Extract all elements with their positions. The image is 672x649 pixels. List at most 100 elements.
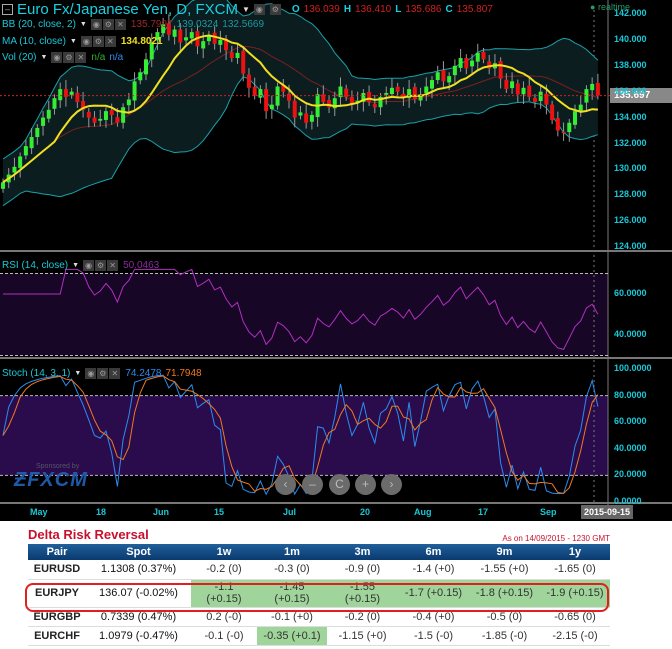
spot-cell: 1.0979 (-0.47%) [86,626,191,646]
value-cell: -1.55 (+0.15) [327,579,398,608]
stoch-legend: Stoch (14, 3, 1) ▼ ◉ ⚙ ✕ 74.2478 71.7948 [2,368,202,379]
price-tick-label: 124.000 [614,241,647,252]
eye-icon[interactable]: ◉ [85,368,97,379]
gear-icon[interactable]: ⚙ [102,19,114,30]
stoch-tick-label: 100.0000 [614,363,652,373]
column-header: Pair [28,544,86,560]
candle [218,39,223,45]
gear-icon[interactable]: ⚙ [97,368,109,379]
bb-middle-value: 135.7997 [130,19,173,30]
symbol-title[interactable]: Euro Fx/Japanese Yen, D, FXCM [17,1,238,18]
candle [35,127,40,138]
candle [304,113,309,123]
candle [475,52,480,62]
column-header: 1m [257,544,327,560]
candle [75,92,80,103]
value-cell: -0.65 (0) [540,607,610,627]
reset-button[interactable]: C [329,474,350,495]
stoch-tick-label: 20.0000 [614,469,647,480]
column-header: 1y [540,544,610,560]
zoom-out-button[interactable]: – [302,474,323,495]
candle [29,137,34,149]
eye-icon[interactable]: ◉ [253,4,265,15]
candle [12,166,17,173]
candle [590,83,595,91]
close-label: C [445,4,453,15]
candle [292,100,297,118]
price-tick-label: 126.000 [614,215,647,226]
value-cell: -1.1 (+0.15) [191,579,257,608]
delta-risk-reversal-table: Delta Risk Reversal As on 14/09/2015 - 1… [28,527,612,646]
eye-icon[interactable]: ◉ [90,19,102,30]
gear-icon[interactable]: ⚙ [63,52,75,63]
scroll-left-button[interactable]: ‹ [275,474,296,495]
eye-icon[interactable]: ◉ [51,52,63,63]
gear-icon[interactable]: ⚙ [95,260,107,271]
candle [384,92,389,95]
candle [395,86,400,92]
dropdown-icon[interactable]: ▼ [80,21,87,28]
x-tick-label: 17 [478,507,489,517]
candle [521,87,526,95]
candle [367,91,372,103]
vol-legend: Vol (20) ▼ ◉ ⚙ ✕ n/a n/a [2,52,123,63]
value-cell: -0.1 (+0) [257,607,327,627]
bb-upper-value: 139.0324 [176,19,219,30]
price-chart[interactable]: – Euro Fx/Japanese Yen, D, FXCM ▼ ◉ ⚙ O 136… [0,0,672,521]
value-cell: -1.45 (+0.15) [257,579,327,608]
close-icon[interactable]: ✕ [109,368,121,379]
candle [212,32,217,44]
spot-cell: 0.7339 (0.47%) [86,607,191,627]
value-cell: -1.7 (+0.15) [398,579,469,608]
scroll-right-button[interactable]: › [381,474,402,495]
x-tick-label: Sep [540,507,557,517]
rsi-label[interactable]: RSI (14, close) [2,260,68,271]
dropdown-icon[interactable]: ▼ [40,54,47,61]
stoch-label[interactable]: Stoch (14, 3, 1) [2,368,70,379]
dropdown-icon[interactable]: ▼ [242,5,250,14]
ma-label[interactable]: MA (10, close) [2,36,66,47]
close-icon[interactable]: ✕ [75,52,87,63]
as-of-date: As on 14/09/2015 - 1230 GMT [502,534,610,543]
collapse-icon[interactable]: – [2,4,13,15]
candle [172,29,177,37]
gear-icon[interactable]: ⚙ [269,4,281,15]
price-tick-label: 142.000 [614,8,647,18]
value-cell: -0.9 (0) [327,560,398,580]
dropdown-icon[interactable]: ▼ [72,262,79,269]
spot-cell: 136.07 (-0.02%) [86,579,191,608]
candle [229,52,234,59]
x-tick-label: 18 [96,507,107,517]
dropdown-icon[interactable]: ▼ [70,38,77,45]
close-icon[interactable]: ✕ [104,36,116,47]
price-tick-label: 132.000 [614,137,647,148]
zoom-in-button[interactable]: + [355,474,376,495]
gear-icon[interactable]: ⚙ [92,36,104,47]
bb-label[interactable]: BB (20, close, 2) [2,19,76,30]
table-row: EURJPY 136.07 (-0.02%) -1.1 (+0.15) -1.45 (… [28,579,610,608]
candle [46,109,51,119]
high-label: H [343,4,352,15]
pair-cell: EURUSD [28,560,86,580]
candle [92,117,97,123]
high-value: 136.410 [355,4,392,15]
eye-icon[interactable]: ◉ [80,36,92,47]
x-tick-label: Jun [153,507,170,517]
dropdown-icon[interactable]: ▼ [74,370,81,377]
candle [515,83,520,95]
fxcm-logo-icon: Ƶ [14,469,28,491]
candle [115,117,120,123]
rsi-value: 50.0463 [123,260,160,271]
pair-cell: EURGBP [28,607,86,627]
candle [138,72,143,81]
candle [201,41,206,49]
price-tick-label: 140.000 [614,33,647,44]
close-icon[interactable]: ✕ [114,19,126,30]
eye-icon[interactable]: ◉ [83,260,95,271]
vol-label[interactable]: Vol (20) [2,52,36,63]
candle [189,32,194,39]
candle [578,104,583,112]
close-icon[interactable]: ✕ [107,260,119,271]
bb-legend: BB (20, close, 2) ▼ ◉ ⚙ ✕ 135.7997 139.0324 132… [2,19,264,30]
value-cell: -1.55 (+0) [469,560,540,580]
